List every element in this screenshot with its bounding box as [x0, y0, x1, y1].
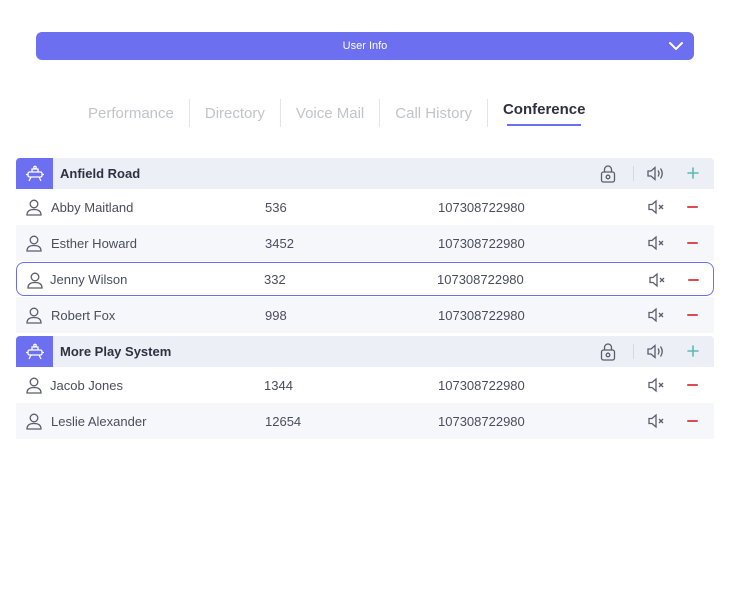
member-extension: 12654	[265, 413, 302, 429]
user-icon	[26, 413, 42, 430]
member-name: Jenny Wilson	[50, 271, 128, 287]
member-name: Leslie Alexander	[51, 413, 147, 429]
member-number: 107308722980	[438, 199, 525, 215]
member-name: Abby Maitland	[51, 199, 134, 215]
member-row-selected[interactable]: Jenny Wilson 332 107308722980	[16, 262, 714, 296]
tab-call-history[interactable]: Call History	[380, 98, 487, 128]
remove-member-icon[interactable]	[687, 384, 698, 386]
user-info-dropdown[interactable]: User Info	[36, 32, 694, 60]
group-header: More Play System	[16, 336, 714, 367]
speaker-icon[interactable]	[646, 165, 666, 182]
group-name: More Play System	[60, 344, 172, 359]
member-number: 107308722980	[438, 307, 525, 323]
divider	[633, 344, 634, 359]
add-member-icon[interactable]	[684, 342, 702, 360]
lock-icon[interactable]	[599, 342, 617, 362]
speaker-icon[interactable]	[646, 343, 666, 360]
mute-icon[interactable]	[647, 199, 667, 215]
remove-member-icon[interactable]	[687, 314, 698, 316]
tab-bar: Performance Directory Voice Mail Call Hi…	[73, 96, 600, 130]
mute-icon[interactable]	[647, 413, 667, 429]
user-icon	[26, 377, 42, 394]
conference-group: More Play System Jacob Jones 1344 107308…	[16, 336, 714, 439]
member-extension: 536	[265, 199, 287, 215]
add-member-icon[interactable]	[684, 164, 702, 182]
mute-icon[interactable]	[648, 272, 668, 288]
member-row[interactable]: Abby Maitland 536 107308722980	[16, 189, 714, 225]
member-number: 107308722980	[438, 235, 525, 251]
tab-voice-mail[interactable]: Voice Mail	[281, 98, 379, 128]
chevron-down-icon[interactable]	[668, 39, 684, 53]
group-header: Anfield Road	[16, 158, 714, 189]
tab-directory[interactable]: Directory	[190, 98, 280, 128]
user-icon	[27, 272, 43, 289]
member-extension: 998	[265, 307, 287, 323]
member-number: 107308722980	[437, 271, 524, 287]
member-number: 107308722980	[438, 377, 525, 393]
remove-member-icon[interactable]	[688, 279, 699, 281]
mute-icon[interactable]	[647, 307, 667, 323]
user-info-title: User Info	[342, 40, 388, 52]
conference-group: Anfield Road Abby Maitland 536 107308722…	[16, 158, 714, 333]
member-row[interactable]: Robert Fox 998 107308722980	[16, 297, 714, 333]
remove-member-icon[interactable]	[687, 242, 698, 244]
member-extension: 332	[264, 271, 286, 287]
member-name: Esther Howard	[51, 235, 137, 251]
member-name: Robert Fox	[51, 307, 116, 323]
remove-member-icon[interactable]	[687, 206, 698, 208]
group-name: Anfield Road	[60, 166, 141, 181]
user-icon	[26, 199, 42, 216]
member-number: 107308722980	[438, 413, 525, 429]
tab-performance[interactable]: Performance	[73, 98, 189, 128]
lock-icon[interactable]	[599, 164, 617, 184]
divider	[633, 166, 634, 181]
member-row[interactable]: Jacob Jones 1344 107308722980	[16, 367, 714, 403]
member-row[interactable]: Leslie Alexander 12654 107308722980	[16, 403, 714, 439]
member-row[interactable]: Esther Howard 3452 107308722980	[16, 225, 714, 261]
conference-phone-icon	[16, 336, 53, 367]
tab-conference[interactable]: Conference	[488, 98, 601, 128]
mute-icon[interactable]	[647, 235, 667, 251]
user-icon	[26, 235, 42, 252]
mute-icon[interactable]	[647, 377, 667, 393]
conference-phone-icon	[16, 158, 53, 189]
member-extension: 3452	[265, 235, 294, 251]
user-icon	[26, 307, 42, 324]
member-name: Jacob Jones	[50, 377, 123, 393]
member-extension: 1344	[264, 377, 293, 393]
remove-member-icon[interactable]	[687, 420, 698, 422]
